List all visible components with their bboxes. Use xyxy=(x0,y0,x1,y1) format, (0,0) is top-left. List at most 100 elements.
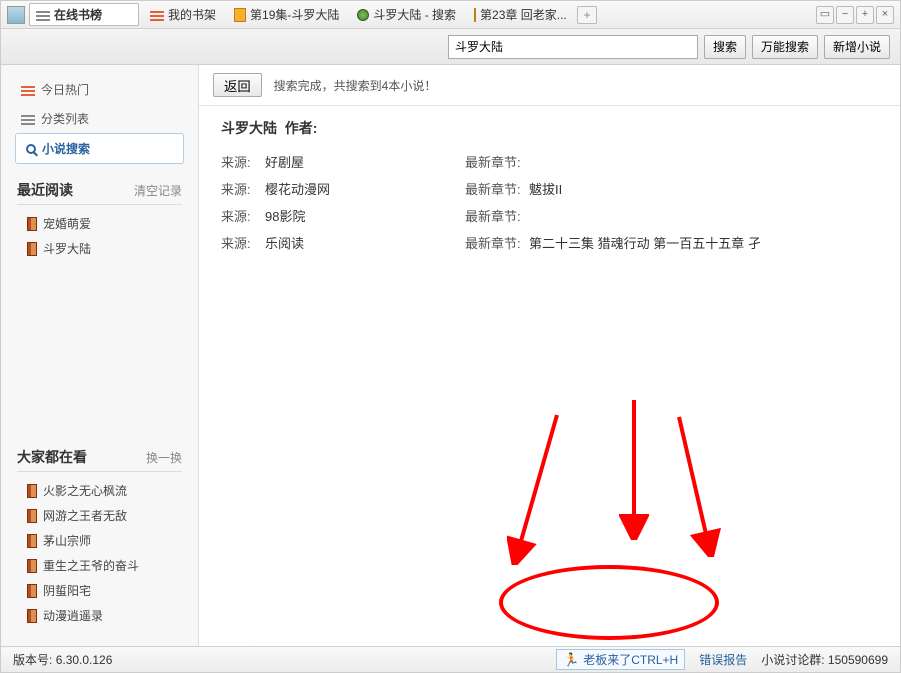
chapter-label: 最新章节: xyxy=(465,179,529,198)
title-bar: 在线书榜 我的书架 第19集-斗罗大陆 斗罗大陆 - 搜索 第23章 回老家..… xyxy=(1,1,900,29)
hot-icon xyxy=(21,84,35,96)
search-icon xyxy=(26,144,36,154)
sidebar: 今日热门 分类列表 小说搜索 最近阅读 清空记录 宠婚萌爱 斗罗大陆 大家都在看… xyxy=(1,65,199,646)
result-title-name: 斗罗大陆 xyxy=(221,120,277,136)
add-novel-button[interactable]: 新增小说 xyxy=(824,35,890,59)
chapter-value: 魃拔II xyxy=(529,179,878,198)
sidebar-item-category[interactable]: 分类列表 xyxy=(1,104,198,133)
list-item-label: 动漫逍遥录 xyxy=(43,607,103,624)
result-row[interactable]: 来源: 樱花动漫网 最新章节: 魃拔II xyxy=(221,175,878,202)
result-title: 斗罗大陆 作者: xyxy=(221,118,878,138)
category-icon xyxy=(21,113,35,125)
tab-chapter-23[interactable]: 第23章 回老家... xyxy=(467,3,573,26)
tab-add-button[interactable]: + xyxy=(577,6,597,24)
recent-list-item[interactable]: 宠婚萌爱 xyxy=(17,211,182,236)
everyone-list-item[interactable]: 阴蜇阳宅 xyxy=(17,578,182,603)
book-icon xyxy=(27,484,37,498)
content-header: 返回 搜索完成，共搜索到4本小说！ xyxy=(199,65,900,106)
tab-label: 第23章 回老家... xyxy=(480,6,567,23)
recent-title: 最近阅读 xyxy=(17,180,73,200)
version-label: 版本号: 6.30.0.126 xyxy=(13,651,112,668)
bug-report-link[interactable]: 错误报告 xyxy=(699,651,747,668)
source-value: 樱花动漫网 xyxy=(265,179,465,198)
chapter-value: 第二十三集 猎魂行动 第一百五十五章 孑 xyxy=(529,233,878,252)
tab-label: 第19集-斗罗大陆 xyxy=(250,6,339,23)
annotation-circle xyxy=(499,565,719,640)
boss-key-button[interactable]: 🏃 老板来了CTRL+H xyxy=(556,649,685,670)
sidebar-item-label: 分类列表 xyxy=(41,110,89,127)
back-button[interactable]: 返回 xyxy=(213,73,262,97)
power-search-button[interactable]: 万能搜索 xyxy=(752,35,818,59)
everyone-list-item[interactable]: 动漫逍遥录 xyxy=(17,603,182,628)
book-icon xyxy=(27,559,37,573)
annotation-arrow-1 xyxy=(507,405,567,565)
book-icon xyxy=(27,609,37,623)
tab-label: 斗罗大陆 - 搜索 xyxy=(373,6,456,23)
everyone-list-item[interactable]: 重生之王爷的奋斗 xyxy=(17,553,182,578)
clear-history-link[interactable]: 清空记录 xyxy=(134,182,182,199)
chapter-value xyxy=(529,206,878,225)
document-icon xyxy=(474,8,476,22)
list-item-label: 茅山宗师 xyxy=(43,532,91,549)
result-summary: 搜索完成，共搜索到4本小说！ xyxy=(274,77,437,94)
chapter-label: 最新章节: xyxy=(465,206,529,225)
run-icon: 🏃 xyxy=(563,652,579,668)
tab-online-ranking[interactable]: 在线书榜 xyxy=(29,3,139,26)
sidebar-item-search[interactable]: 小说搜索 xyxy=(15,133,184,164)
chapter-label: 最新章节: xyxy=(465,152,529,171)
sidebar-item-label: 今日热门 xyxy=(41,81,89,98)
list-item-label: 网游之王者无敌 xyxy=(43,507,127,524)
chapter-value xyxy=(529,152,878,171)
sidebar-item-label: 小说搜索 xyxy=(42,140,90,157)
everyone-list-item[interactable]: 茅山宗师 xyxy=(17,528,182,553)
everyone-list-item[interactable]: 网游之王者无敌 xyxy=(17,503,182,528)
tab-label: 在线书榜 xyxy=(54,6,102,23)
result-row[interactable]: 来源: 好剧屋 最新章节: xyxy=(221,148,878,175)
list-item-label: 斗罗大陆 xyxy=(43,240,91,257)
tab-search-douluo[interactable]: 斗罗大陆 - 搜索 xyxy=(350,3,463,26)
user-avatar[interactable] xyxy=(7,6,25,24)
tab-chapter-19[interactable]: 第19集-斗罗大陆 xyxy=(227,3,346,26)
list-item-label: 阴蜇阳宅 xyxy=(43,582,91,599)
everyone-section: 大家都在看 换一换 火影之无心枫流 网游之王者无敌 茅山宗师 重生之王爷的奋斗 … xyxy=(1,447,198,628)
recent-list-item[interactable]: 斗罗大陆 xyxy=(17,236,182,261)
search-button[interactable]: 搜索 xyxy=(704,35,746,59)
window-controls: ▭ − + × xyxy=(816,6,894,24)
result-body: 斗罗大陆 作者: 来源: 好剧屋 最新章节: 来源: 樱花动漫网 最新章节: 魃… xyxy=(199,106,900,268)
annotation-arrow-3 xyxy=(669,407,729,557)
result-row[interactable]: 来源: 乐阅读 最新章节: 第二十三集 猎魂行动 第一百五十五章 孑 xyxy=(221,229,878,256)
status-bar: 版本号: 6.30.0.126 🏃 老板来了CTRL+H 错误报告 小说讨论群:… xyxy=(1,646,900,672)
refresh-link[interactable]: 换一换 xyxy=(146,449,182,466)
result-row[interactable]: 来源: 98影院 最新章节: xyxy=(221,202,878,229)
source-value: 好剧屋 xyxy=(265,152,465,171)
maximize-button[interactable]: + xyxy=(856,6,874,24)
list-item-label: 宠婚萌爱 xyxy=(43,215,91,232)
discussion-group: 小说讨论群: 150590699 xyxy=(761,651,888,668)
list-icon xyxy=(36,9,50,21)
search-input[interactable] xyxy=(448,35,698,59)
book-icon xyxy=(27,584,37,598)
source-label: 来源: xyxy=(221,206,265,225)
shelf-icon xyxy=(150,9,164,21)
source-label: 来源: xyxy=(221,233,265,252)
everyone-list-item[interactable]: 火影之无心枫流 xyxy=(17,478,182,503)
annotation-arrow-2 xyxy=(619,390,649,540)
book-icon xyxy=(27,509,37,523)
close-button[interactable]: × xyxy=(876,6,894,24)
search-toolbar: 搜索 万能搜索 新增小说 xyxy=(1,29,900,65)
source-label: 来源: xyxy=(221,179,265,198)
everyone-title: 大家都在看 xyxy=(17,447,87,467)
list-item-label: 火影之无心枫流 xyxy=(43,482,127,499)
globe-icon xyxy=(357,9,369,21)
book-icon xyxy=(27,242,37,256)
source-label: 来源: xyxy=(221,152,265,171)
source-value: 98影院 xyxy=(265,206,465,225)
minimize-button[interactable]: − xyxy=(836,6,854,24)
list-item-label: 重生之王爷的奋斗 xyxy=(43,557,139,574)
document-icon xyxy=(234,8,246,22)
content-pane: 返回 搜索完成，共搜索到4本小说！ 斗罗大陆 作者: 来源: 好剧屋 最新章节:… xyxy=(199,65,900,646)
recent-section: 最近阅读 清空记录 宠婚萌爱 斗罗大陆 xyxy=(1,180,198,261)
tray-button[interactable]: ▭ xyxy=(816,6,834,24)
sidebar-item-hot[interactable]: 今日热门 xyxy=(1,75,198,104)
tab-my-shelf[interactable]: 我的书架 xyxy=(143,3,223,26)
